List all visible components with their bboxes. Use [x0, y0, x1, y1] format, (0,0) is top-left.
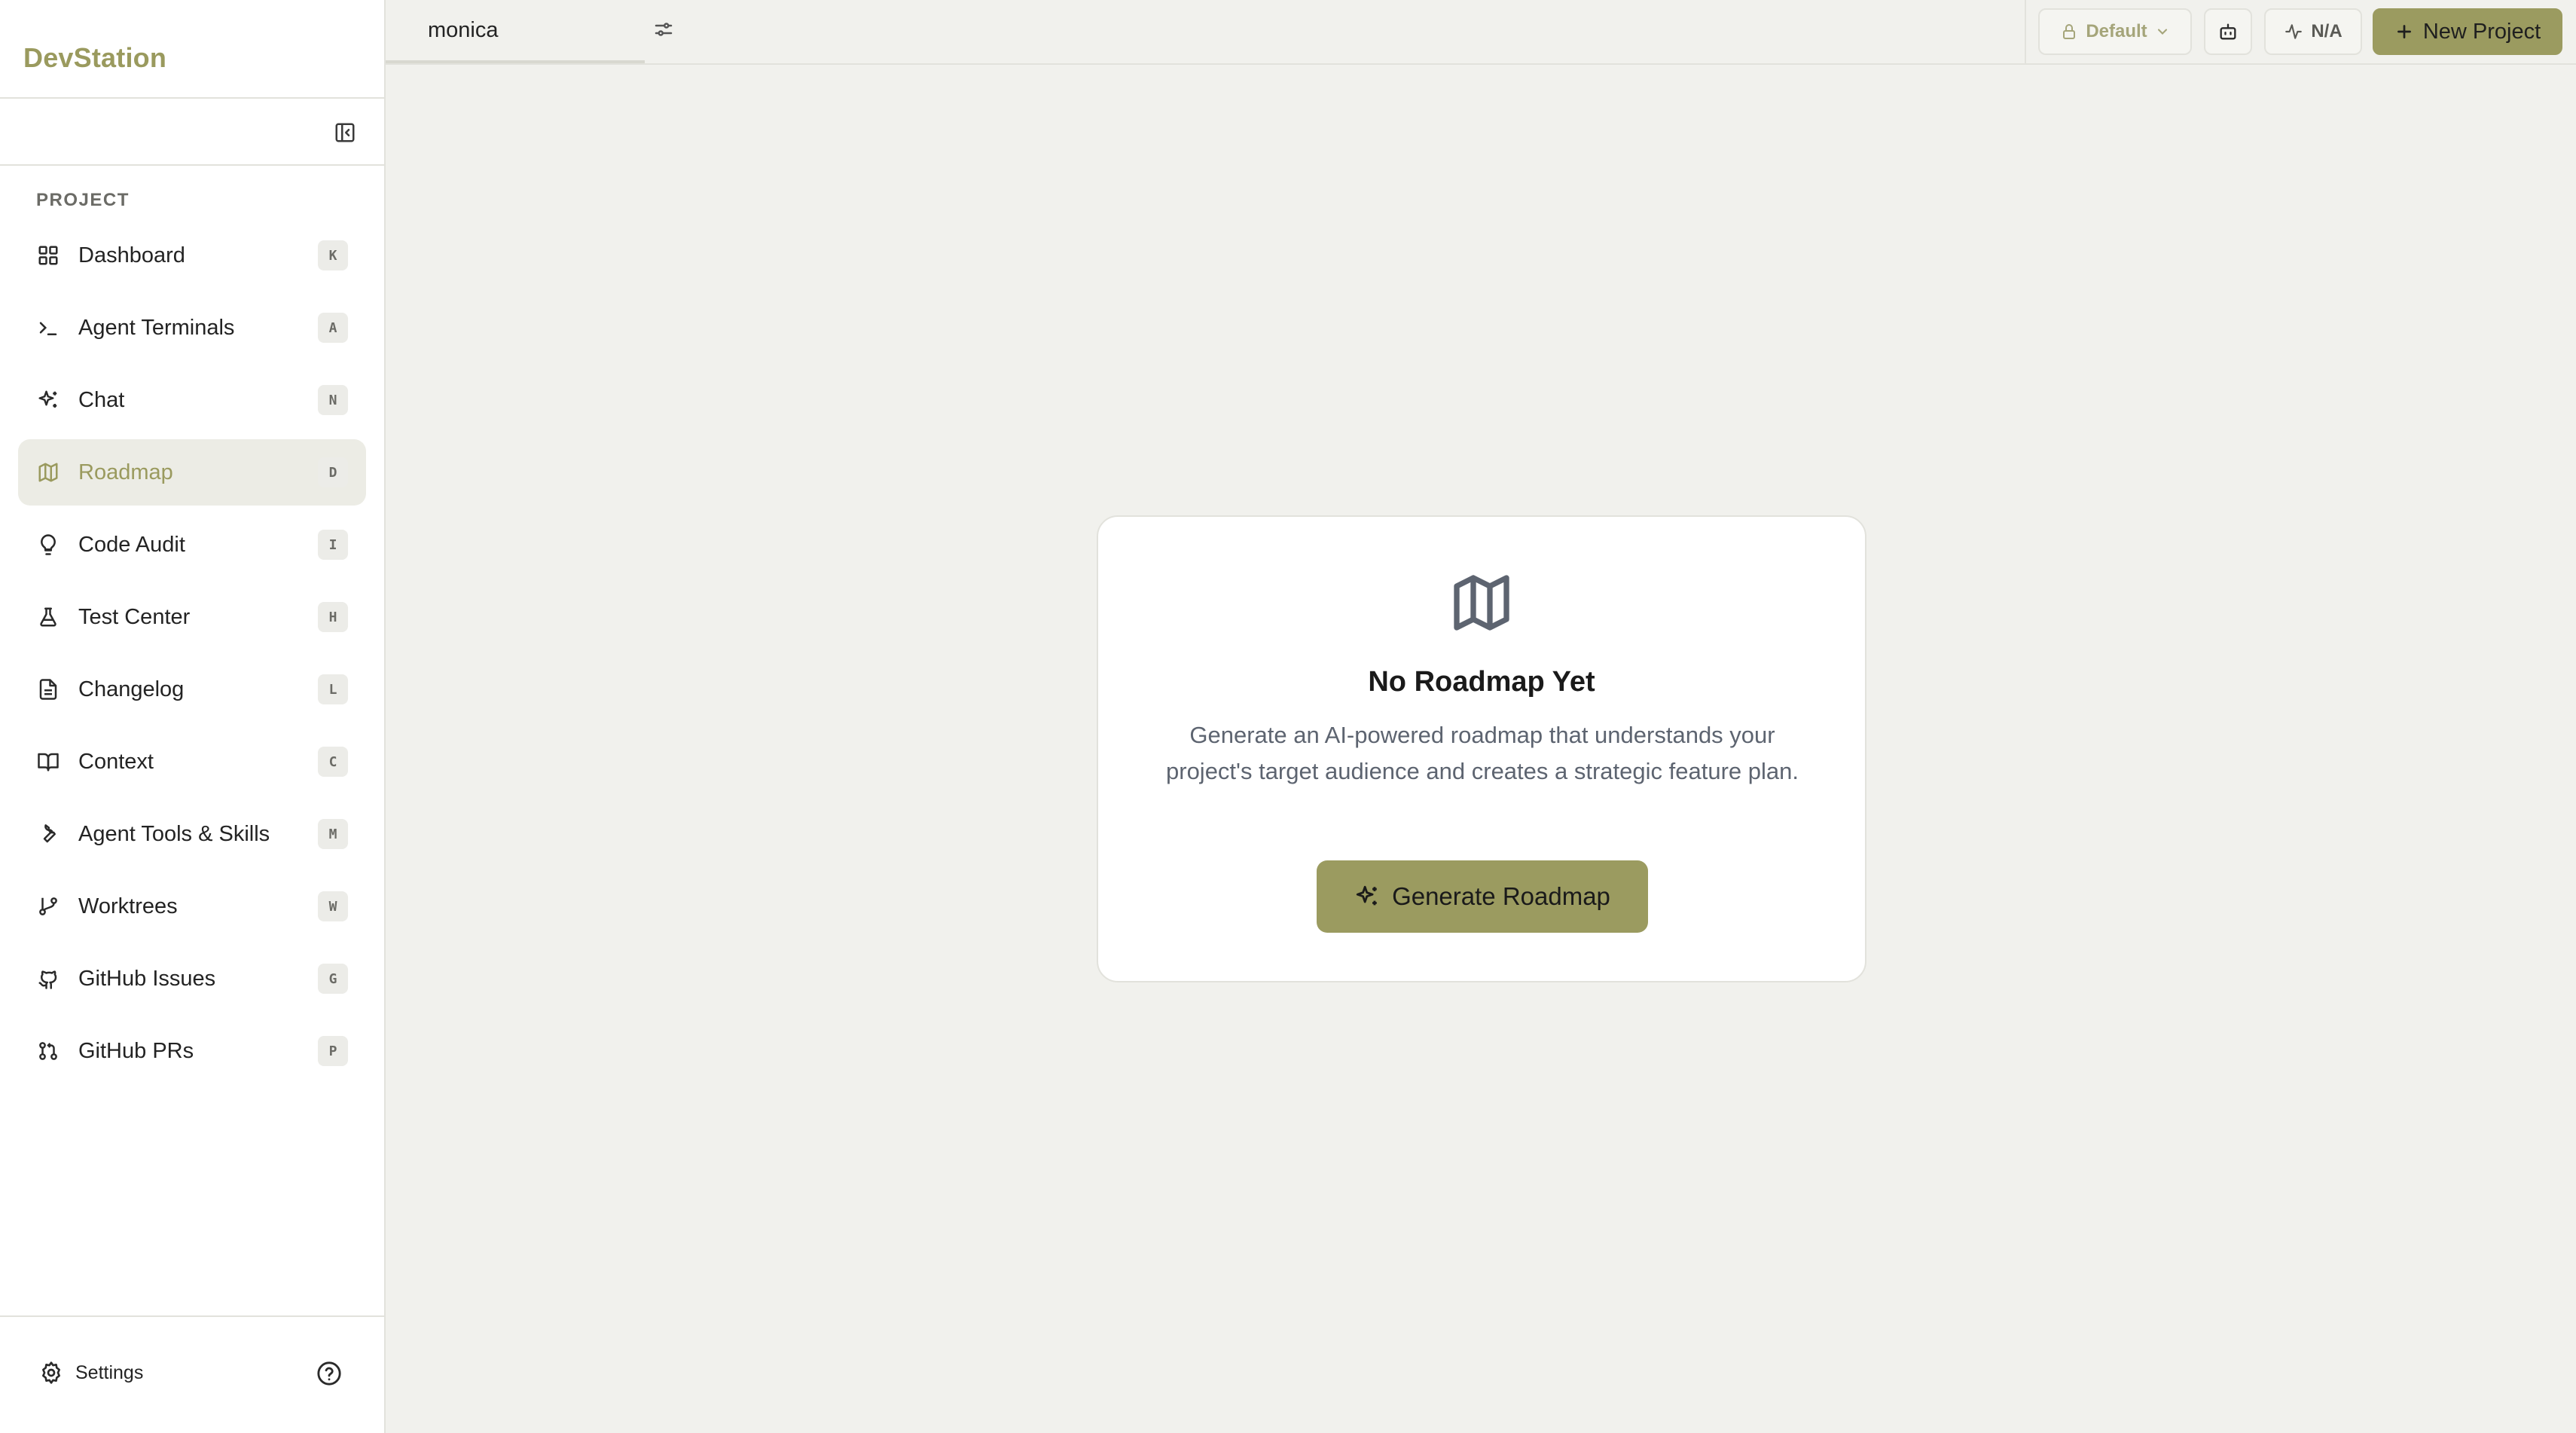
settings-label: Settings [75, 1361, 144, 1383]
activity-icon [2285, 24, 2303, 39]
sidebar-item-context[interactable]: Context C [18, 729, 366, 795]
empty-state-description: Generate an AI-powered roadmap that unde… [1166, 722, 1799, 784]
sidebar-item-label: Context [78, 749, 154, 774]
sidebar-item-dashboard[interactable]: Dashboard K [18, 222, 366, 289]
sparkles-icon [1356, 885, 1377, 906]
shortcut-badge: G [318, 964, 348, 994]
sidebar-item-test-center[interactable]: Test Center H [18, 584, 366, 650]
section-label-project: PROJECT [36, 190, 130, 210]
sidebar-item-label: Agent Tools & Skills [78, 821, 270, 846]
sidebar-divider [0, 97, 384, 99]
generate-roadmap-button[interactable]: Generate Roadmap [1317, 860, 1648, 933]
shortcut-badge: N [318, 385, 348, 415]
sidebar-divider [0, 164, 384, 166]
sidebar-item-chat[interactable]: Chat N [18, 367, 366, 433]
panel-left-close-icon [335, 123, 355, 142]
lock-icon [2063, 24, 2076, 39]
gear-icon [42, 1361, 60, 1384]
map-icon [1454, 575, 1509, 631]
sidebar-item-label: Worktrees [78, 894, 178, 918]
github-icon [36, 967, 60, 991]
project-tab-label: monica [428, 18, 499, 42]
top-bar: monica Default N/A New Project [386, 0, 2576, 65]
grid-icon [36, 243, 60, 267]
sidebar-item-agent-tools-skills[interactable]: Agent Tools & Skills M [18, 801, 366, 867]
sidebar-item-label: Chat [78, 387, 125, 412]
sidebar-item-code-audit[interactable]: Code Audit I [18, 512, 366, 578]
book-open-icon [36, 750, 60, 774]
terminal-icon [36, 316, 60, 340]
chevron-down-icon [2157, 29, 2167, 35]
generate-roadmap-label: Generate Roadmap [1392, 882, 1610, 910]
sidebar-footer: Settings [0, 1317, 384, 1433]
sidebar-item-label: Changelog [78, 677, 185, 701]
flask-icon [36, 605, 60, 629]
sidebar-item-agent-terminals[interactable]: Agent Terminals A [18, 295, 366, 361]
sidebar-item-label: Dashboard [78, 243, 185, 267]
git-branch-icon [36, 894, 60, 918]
lightbulb-icon [36, 533, 60, 557]
map-icon [36, 460, 60, 484]
tab-settings-button[interactable] [652, 18, 679, 45]
sidebar-item-label: GitHub Issues [78, 966, 216, 991]
sparkles-icon [36, 388, 60, 412]
sidebar-item-label: Code Audit [78, 532, 185, 557]
brand-logo-text: DevStation [23, 42, 167, 73]
collapse-sidebar-button[interactable] [330, 118, 360, 148]
status-value: N/A [2311, 21, 2343, 41]
status-indicator-button[interactable]: N/A [2264, 8, 2362, 55]
shortcut-badge: H [318, 602, 348, 632]
sidebar: DevStation PROJECT Dashboard K Agent Ter… [0, 0, 386, 1433]
git-pull-request-icon [36, 1039, 60, 1063]
wrench-icon [36, 822, 60, 846]
sidebar-item-label: GitHub PRs [78, 1038, 194, 1063]
sidebar-item-worktrees[interactable]: Worktrees W [18, 873, 366, 940]
shortcut-badge: A [318, 313, 348, 343]
sidebar-item-label: Test Center [78, 604, 191, 629]
sidebar-item-roadmap[interactable]: Roadmap D [18, 439, 366, 506]
app-window: DevStation PROJECT Dashboard K Agent Ter… [0, 0, 2576, 1433]
shortcut-badge: P [318, 1036, 348, 1066]
agent-bot-button[interactable] [2204, 8, 2252, 55]
help-circle-icon [317, 1361, 341, 1386]
shortcut-badge: M [318, 819, 348, 849]
empty-state-title: No Roadmap Yet [1368, 666, 1595, 698]
sidebar-nav: Dashboard K Agent Terminals A Chat N Roa… [18, 222, 366, 1090]
sidebar-item-label: Agent Terminals [78, 315, 235, 340]
profile-select-value: Default [2086, 21, 2147, 41]
shortcut-badge: I [318, 530, 348, 560]
shortcut-badge: K [318, 240, 348, 270]
plus-icon [2397, 25, 2411, 38]
settings-button[interactable]: Settings [39, 1361, 143, 1385]
bot-icon [2220, 23, 2236, 40]
sliders-icon [655, 23, 673, 36]
file-text-icon [36, 677, 60, 701]
profile-select[interactable]: Default [2038, 8, 2192, 55]
sidebar-item-github-issues[interactable]: GitHub Issues G [18, 946, 366, 1012]
help-button[interactable] [316, 1361, 343, 1388]
shortcut-badge: L [318, 674, 348, 704]
sidebar-item-github-prs[interactable]: GitHub PRs P [18, 1018, 366, 1084]
new-project-label: New Project [2422, 19, 2541, 44]
toolbar-divider [2025, 0, 2026, 63]
project-tab[interactable]: monica [386, 0, 645, 63]
sidebar-item-changelog[interactable]: Changelog L [18, 656, 366, 723]
empty-state-card: No Roadmap Yet Generate an AI-powered ro… [1097, 515, 1866, 982]
shortcut-badge: D [318, 457, 348, 487]
shortcut-badge: C [318, 747, 348, 777]
new-project-button[interactable]: New Project [2373, 8, 2562, 55]
sidebar-item-label: Roadmap [78, 460, 173, 484]
shortcut-badge: W [318, 891, 348, 921]
